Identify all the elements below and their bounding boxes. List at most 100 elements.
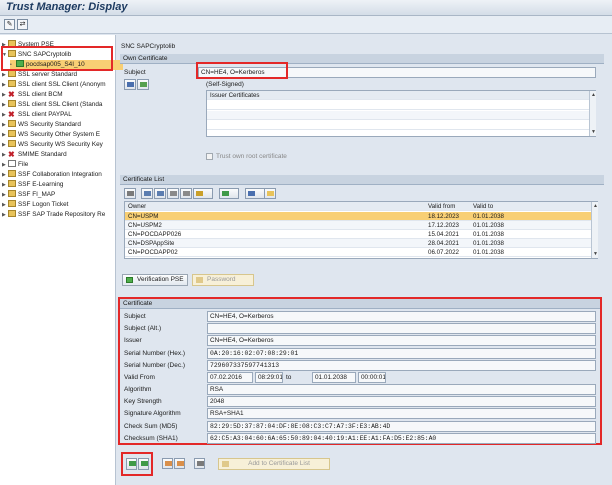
- tree-item[interactable]: ▶ ✖ SSL client BCM: [2, 90, 115, 100]
- folder-icon: [8, 180, 16, 187]
- tree-item-label: SSF FI_MAP: [18, 191, 56, 198]
- cert-field-label: Subject: [124, 313, 146, 320]
- folder-icon: [8, 140, 16, 147]
- issuer-certificates-table: Issuer Certificates ▲ ▼: [206, 90, 596, 137]
- details-icon[interactable]: [124, 188, 136, 199]
- tree-item[interactable]: ▶ WS Security Other System E: [2, 130, 115, 140]
- valid-to-time[interactable]: 00:00:01: [358, 372, 386, 383]
- tree-item[interactable]: ▶ WS Security Standard: [2, 120, 115, 130]
- export-icon[interactable]: [219, 188, 239, 199]
- owner-cell: CN=USPM2: [128, 222, 162, 229]
- tree-item[interactable]: ▶ SSL server Standard: [2, 70, 115, 80]
- tree-item[interactable]: ▶ ✖ SMIME Standard: [2, 150, 115, 160]
- delete-entry-icon[interactable]: [264, 188, 276, 199]
- password-button[interactable]: Password: [192, 274, 254, 286]
- change-icon[interactable]: ⇄: [17, 19, 28, 30]
- cert-field-value[interactable]: 729607337597741313: [207, 359, 596, 371]
- column-valid-from[interactable]: Valid from: [428, 202, 455, 211]
- tree-item[interactable]: ▶ ✖ SSL client PAYPAL: [2, 110, 115, 120]
- sort-asc-icon[interactable]: [141, 188, 153, 199]
- tree-item-label: SSL client BCM: [18, 91, 63, 98]
- cert-field-value[interactable]: 82:29:5D:37:87:04:DF:8E:08:C3:C7:A7:3F:E…: [207, 420, 596, 432]
- error-icon: ✖: [8, 150, 15, 159]
- cert-field-label: Algorithm: [124, 386, 152, 393]
- display-cert-button[interactable]: [194, 458, 205, 469]
- file-icon: [8, 160, 16, 167]
- cert-field-value[interactable]: [207, 323, 596, 335]
- find-next-icon[interactable]: [180, 188, 192, 199]
- tree-item-label: SSF SAP Trade Repository Re: [18, 211, 106, 218]
- trust-root-checkbox[interactable]: [206, 153, 213, 160]
- issuer-row[interactable]: [207, 101, 589, 110]
- cert-export-button[interactable]: [137, 79, 149, 90]
- to-label: to: [286, 374, 292, 381]
- table-row[interactable]: CN=USPM2 17.12.2023 01.01.2038: [125, 221, 591, 230]
- tree-item[interactable]: ▶ SSF FI_MAP: [2, 190, 115, 200]
- valid-to-cell: 01.01.2038: [473, 240, 504, 247]
- tree-item[interactable]: ▶ SSL client SSL Client (Anonym: [2, 80, 115, 90]
- issuer-row[interactable]: [207, 121, 589, 130]
- column-valid-to[interactable]: Valid to: [473, 202, 493, 211]
- valid-from-cell: 06.07.2022: [428, 249, 459, 256]
- trust-root-label: Trust own root certificate: [216, 153, 287, 160]
- valid-from-cell: 17.12.2023: [428, 222, 459, 229]
- error-icon: ✖: [8, 110, 15, 119]
- issuer-row[interactable]: [207, 111, 589, 120]
- folder-icon: [8, 130, 16, 137]
- issuer-scrollbar[interactable]: ▲ ▼: [589, 91, 596, 136]
- tree-item[interactable]: ▶ File: [2, 160, 115, 170]
- owner-cell: CN=POCDAPP02: [128, 249, 178, 256]
- tree-item[interactable]: ▶ SSL client SSL Client (Standa: [2, 100, 115, 110]
- export-cert-button[interactable]: [174, 458, 185, 469]
- tree-item[interactable]: ▶ SSF SAP Trade Repository Re: [2, 210, 115, 220]
- cert-detail-button[interactable]: [124, 79, 136, 90]
- tree-item-label: File: [18, 161, 29, 168]
- window-title: Trust Manager: Display: [6, 1, 128, 13]
- verification-pse-button[interactable]: Verification PSE: [122, 274, 188, 286]
- valid-to-cell: 01.01.2038: [473, 249, 504, 256]
- self-signed-label: (Self-Signed): [206, 81, 244, 88]
- cert-field-value[interactable]: RSA+SHA1: [207, 408, 596, 420]
- column-owner[interactable]: Owner: [128, 202, 146, 211]
- cert-field-value[interactable]: 2048: [207, 396, 596, 408]
- tree-item[interactable]: ▶ WS Security WS Security Key: [2, 140, 115, 150]
- add-to-certificate-list-button[interactable]: Add to Certificate List: [218, 458, 330, 470]
- table-row[interactable]: CN=USPM 18.12.2023 01.01.2038: [125, 212, 591, 221]
- valid-from-date[interactable]: 07.02.2016: [207, 372, 253, 383]
- cert-list-scrollbar[interactable]: ▲ ▼: [591, 202, 598, 258]
- find-icon[interactable]: [167, 188, 179, 199]
- cert-field-value[interactable]: CN=HE4, O=Kerberos: [207, 335, 596, 347]
- table-row[interactable]: CN=POCDAPP02 06.07.2022 01.01.2038: [125, 248, 591, 257]
- verify-button[interactable]: [126, 458, 137, 470]
- tree-item[interactable]: ▶ SSF Collaboration Integration: [2, 170, 115, 180]
- cert-field-value[interactable]: CN=HE4, O=Kerberos: [207, 311, 596, 322]
- valid-to-date[interactable]: 01.01.2038: [312, 372, 356, 383]
- tree-item-label: SSL client SSL Client (Anonym: [18, 81, 106, 88]
- layout-icon[interactable]: [245, 188, 265, 199]
- sort-desc-icon[interactable]: [154, 188, 166, 199]
- verify-ok-icon[interactable]: [138, 458, 149, 470]
- tree-item[interactable]: ▶ SSF E-Learning: [2, 180, 115, 190]
- verification-icon: [126, 277, 133, 283]
- tree-item-label: SSF Logon Ticket: [18, 201, 69, 208]
- cert-field-value[interactable]: 0A:20:16:02:07:08:29:01: [207, 347, 596, 359]
- owner-cell: CN=POCDAPP026: [128, 231, 182, 238]
- tree-item-label: WS Security Other System E: [18, 131, 101, 138]
- import-cert-button[interactable]: [162, 458, 173, 469]
- folder-icon: [8, 170, 16, 177]
- cert-field-value[interactable]: RSA: [207, 384, 596, 395]
- cert-field-label: Check Sum (MD5): [124, 422, 178, 430]
- cert-field-value[interactable]: 62:C5:A3:04:60:6A:65:50:89:04:40:19:A1:E…: [207, 432, 596, 444]
- edit-icon[interactable]: ✎: [4, 19, 15, 30]
- cert-field-label: Subject (Alt.): [124, 325, 162, 333]
- valid-from-time[interactable]: 08:29:01: [255, 372, 283, 383]
- cert-list-header-row: Owner Valid from Valid to: [125, 202, 591, 211]
- folder-icon: [8, 100, 16, 107]
- cert-field-label: Signature Algorithm: [124, 410, 181, 418]
- tree-item[interactable]: ▶ SSF Logon Ticket: [2, 200, 115, 210]
- table-row[interactable]: CN=DSPAppSite 28.04.2021 01.01.2038: [125, 239, 591, 248]
- filter-icon[interactable]: [193, 188, 213, 199]
- cert-field-label: Checksum (SHA1): [124, 434, 178, 442]
- highlight-box-tree: [1, 46, 113, 71]
- table-row[interactable]: CN=POCDAPP026 15.04.2021 01.01.2038: [125, 230, 591, 239]
